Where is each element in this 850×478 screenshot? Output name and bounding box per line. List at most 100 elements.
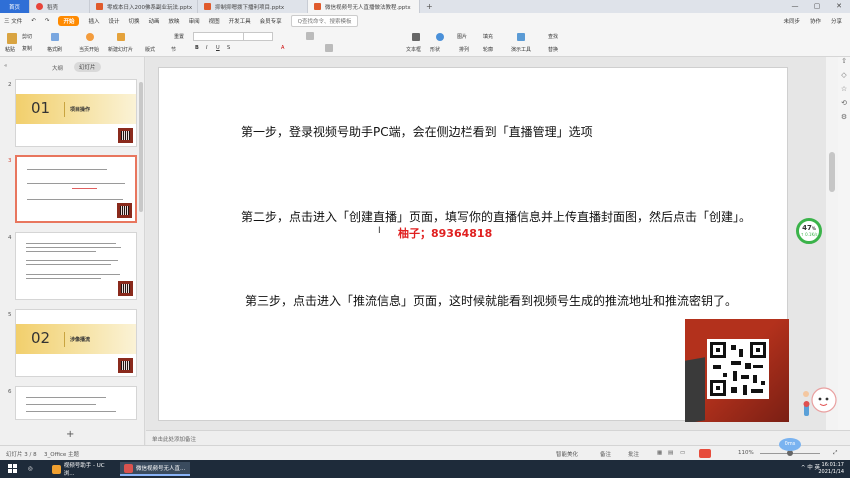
contact-note-text[interactable]: 柚子；89364818 <box>398 225 492 241</box>
slide-tools-button[interactable]: 演示工具 <box>511 46 531 53</box>
copy-button[interactable]: 复制 <box>22 45 32 52</box>
clock[interactable]: 16:01:17 2021/1/14 <box>818 462 844 476</box>
font-color-button[interactable]: A <box>281 45 284 51</box>
layout-button[interactable]: 版式 <box>145 46 155 53</box>
slide-thumbnail[interactable]: 01 项目操作 <box>15 79 137 147</box>
menu-transition[interactable]: 切换 <box>129 17 140 25</box>
slide-thumbnail[interactable]: 02 涉像播流 <box>15 309 137 377</box>
windows-start-icon[interactable] <box>8 464 18 474</box>
step-three-text[interactable]: 第三步，点击进入「推流信息」页面，这时候就能看到视频号生成的推流地址和推流密钥了… <box>245 292 737 309</box>
align-icon[interactable] <box>325 44 333 52</box>
notes-bar[interactable]: 单击此处添加备注 <box>146 430 850 445</box>
system-tray[interactable]: ^ 中 英 <box>801 463 820 471</box>
mascot-icon[interactable] <box>800 380 842 420</box>
fill-button[interactable]: 填充 <box>483 33 493 40</box>
tab-docer[interactable]: 稻壳 <box>30 0 90 13</box>
font-size-select[interactable] <box>243 32 273 41</box>
section-button[interactable]: 节 <box>171 46 176 53</box>
taskbar-search-icon[interactable]: ◎ <box>24 462 37 476</box>
replace-button[interactable]: 替换 <box>548 46 558 53</box>
maximize-icon[interactable]: ▢ <box>806 0 828 13</box>
notes-placeholder[interactable]: 单击此处添加备注 <box>152 435 196 443</box>
picture-button[interactable]: 图片 <box>457 33 467 40</box>
menu-view[interactable]: 视图 <box>209 17 220 25</box>
bold-button[interactable]: B <box>195 45 199 51</box>
tab-document[interactable]: 零成本日入200佛系副业玩法.pptx <box>90 0 198 13</box>
sorter-view-icon[interactable]: ▤ <box>668 450 673 456</box>
menu-member[interactable]: 会员专享 <box>260 17 282 25</box>
slide-thumbnail[interactable] <box>15 386 137 420</box>
zoom-level[interactable]: 110% <box>738 450 754 456</box>
select-icon[interactable]: ⇧ <box>838 57 850 71</box>
step-one-text[interactable]: 第一步，登录视频号助手PC端，会在侧边栏看到「直播管理」选项 <box>241 123 593 140</box>
undo-icon[interactable]: ↶ <box>31 18 36 24</box>
menu-insert[interactable]: 插入 <box>88 17 99 25</box>
slideshow-play-button[interactable] <box>699 449 711 458</box>
comments-toggle[interactable]: 批注 <box>628 450 639 458</box>
outline-tab[interactable]: 大纲 <box>52 64 63 72</box>
collaborate-button[interactable]: 协作 <box>810 17 821 25</box>
taskbar-app-active[interactable]: 微信视频号无人直... <box>120 462 190 476</box>
play-from-current-icon[interactable] <box>86 33 94 41</box>
taskbar-app[interactable]: 视频号助手 - UC浏... <box>48 462 118 477</box>
tab-document[interactable]: 抑制抑嗯拨下播利项目.pptx <box>198 0 308 13</box>
menu-start[interactable]: 开始 <box>58 16 80 26</box>
menu-animation[interactable]: 动画 <box>149 17 160 25</box>
slide-thumbnail[interactable] <box>15 232 137 300</box>
bullets-icon[interactable] <box>306 32 314 40</box>
play-from-current-button[interactable]: 当页开始 <box>79 46 99 53</box>
menu-slideshow[interactable]: 放映 <box>169 17 180 25</box>
redo-icon[interactable]: ↷ <box>45 18 50 24</box>
shape-style-icon[interactable]: ◇ <box>838 71 850 85</box>
editor-scrollbar[interactable] <box>826 57 838 430</box>
step-two-text[interactable]: 第二步，点击进入「创建直播」页面，填写你的直播信息并上传直播封面图，然后点击「创… <box>241 208 751 225</box>
arrange-button[interactable]: 排列 <box>459 46 469 53</box>
reading-view-icon[interactable]: ▭ <box>680 450 685 456</box>
shape-icon[interactable] <box>436 33 444 41</box>
slide-canvas[interactable]: 第一步，登录视频号助手PC端，会在侧边栏看到「直播管理」选项 第二步，点击进入「… <box>158 67 789 422</box>
strikethrough-button[interactable]: S <box>227 45 230 51</box>
slide-thumbnail-selected[interactable] <box>15 155 137 223</box>
menu-design[interactable]: 设计 <box>109 17 120 25</box>
textbox-icon[interactable] <box>412 33 420 41</box>
qr-code-image[interactable] <box>685 319 789 422</box>
paste-button[interactable]: 粘贴 <box>5 46 15 53</box>
find-button[interactable]: 查找 <box>548 33 558 40</box>
thumbnails-tab[interactable]: 幻灯片 <box>74 62 101 72</box>
notes-toggle[interactable]: 备注 <box>600 450 611 458</box>
panel-scrollbar[interactable] <box>139 82 143 212</box>
new-tab-button[interactable]: + <box>420 2 439 11</box>
new-slide-button[interactable]: 新建幻灯片 <box>108 46 133 53</box>
transition-icon[interactable]: ⟲ <box>838 99 850 113</box>
tab-document-active[interactable]: 微信视频号无人直播做法教程.pptx × <box>308 0 420 13</box>
cut-button[interactable]: 剪切 <box>22 33 32 40</box>
underline-button[interactable]: U <box>216 45 220 51</box>
share-button[interactable]: 分享 <box>831 17 842 25</box>
format-painter-icon[interactable] <box>51 33 59 41</box>
menu-review[interactable]: 审阅 <box>189 17 200 25</box>
smart-beautify-button[interactable]: 智能美化 <box>556 450 578 458</box>
sync-status[interactable]: 未同步 <box>783 17 800 25</box>
network-speed-widget[interactable]: 47% ↑ 0.1K/s <box>796 218 822 244</box>
format-painter-button[interactable]: 格式刷 <box>47 46 62 53</box>
reset-button[interactable]: 重置 <box>174 33 184 40</box>
fit-window-icon[interactable]: ⤢ <box>833 450 837 457</box>
tab-home[interactable]: 首页 <box>0 0 30 13</box>
shape-button[interactable]: 形状 <box>430 46 440 53</box>
paste-icon[interactable] <box>7 33 17 44</box>
italic-button[interactable]: I <box>206 45 207 51</box>
animation-icon[interactable]: ☆ <box>838 85 850 99</box>
new-slide-icon[interactable] <box>117 33 125 41</box>
textbox-button[interactable]: 文本框 <box>406 46 421 53</box>
slide-tools-icon[interactable] <box>517 33 525 41</box>
settings-icon[interactable]: ⚙ <box>838 113 850 127</box>
menu-developer[interactable]: 开发工具 <box>229 17 251 25</box>
minimize-icon[interactable]: — <box>784 0 806 13</box>
collapse-panel-icon[interactable]: « <box>4 63 7 69</box>
file-menu[interactable]: 三 文件 <box>4 17 22 25</box>
close-window-icon[interactable]: ✕ <box>828 0 850 13</box>
search-command-input[interactable]: Q查找命令、搜索模板 <box>290 15 359 27</box>
add-slide-button[interactable]: + <box>66 429 74 440</box>
normal-view-icon[interactable]: ▦ <box>657 450 662 456</box>
outline-button[interactable]: 轮廓 <box>483 46 493 53</box>
